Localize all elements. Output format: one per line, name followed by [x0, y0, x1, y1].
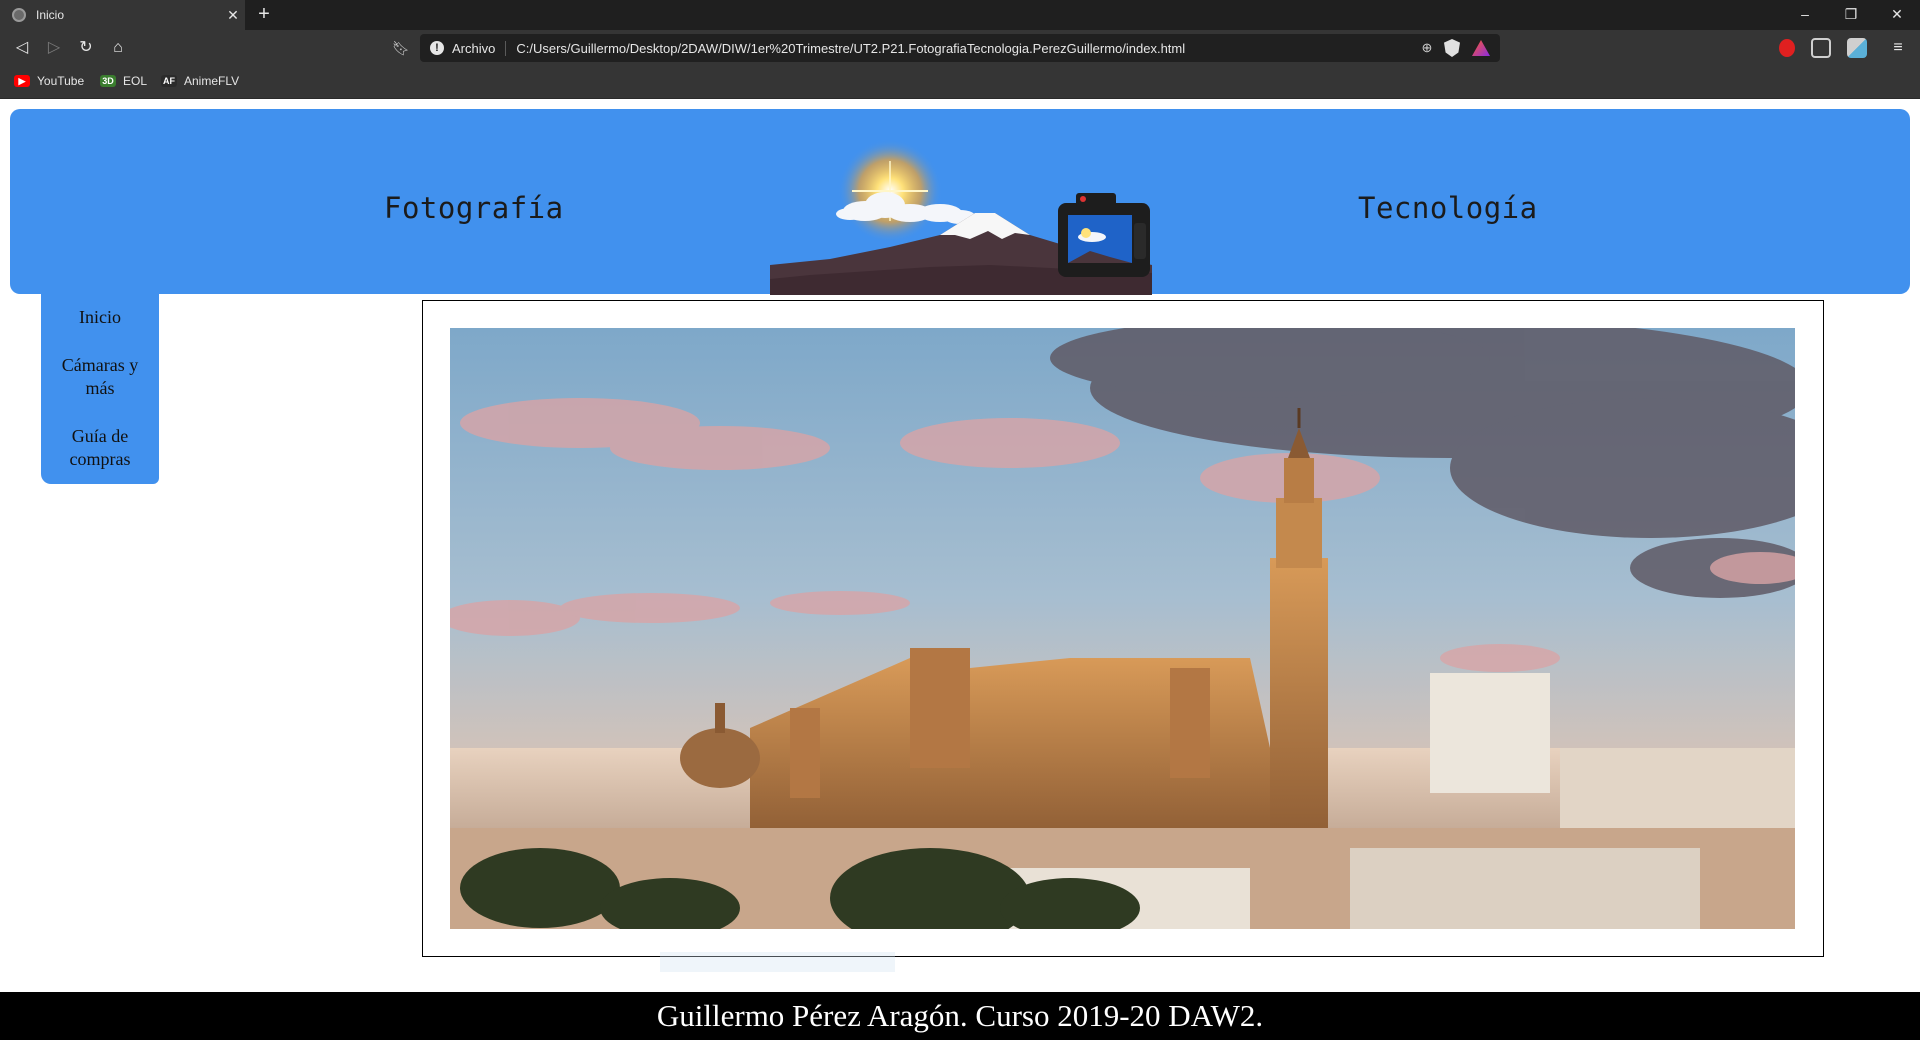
restore-button[interactable]: ❐ [1828, 0, 1874, 30]
close-tab-icon[interactable]: ✕ [221, 7, 245, 24]
tab-inicio[interactable]: Inicio ✕ [0, 0, 245, 30]
bookmark-label: EOL [123, 74, 148, 88]
side-navigation: Inicio Cámaras y más Guía de compras [41, 294, 159, 484]
home-button[interactable]: ⌂ [106, 36, 130, 60]
reload-button[interactable]: ↻ [74, 36, 98, 60]
scheme-label: Archivo [452, 40, 507, 56]
minimize-button[interactable]: – [1782, 0, 1828, 30]
bookmark-eol[interactable]: 3D EOL [100, 74, 147, 88]
adblock-extension-icon[interactable] [1779, 39, 1795, 57]
nav-link-camaras[interactable]: Cámaras y más [41, 354, 159, 400]
header-title-fotografia: Fotografía [384, 191, 564, 225]
header-title-tecnologia: Tecnología [1358, 191, 1538, 225]
eol-icon: 3D [100, 75, 116, 87]
bookmark-youtube[interactable]: ▶ YouTube [14, 74, 84, 88]
menu-icon[interactable]: ≡ [1886, 36, 1910, 60]
site-info-icon[interactable]: ! [430, 41, 444, 55]
url-text[interactable]: C:/Users/Guillermo/Desktop/2DAW/DIW/1er%… [516, 41, 1416, 56]
seville-cathedral-photo [450, 328, 1795, 929]
logo-mountain-camera [770, 139, 1152, 295]
bookmarks-bar: ▶ YouTube 3D EOL AF AnimeFLV [0, 66, 1920, 99]
bookmark-label: AnimeFLV [184, 74, 240, 88]
camera-favicon-icon [12, 8, 26, 22]
tab-title: Inicio [36, 8, 65, 22]
brave-rewards-icon[interactable] [1472, 40, 1490, 56]
back-button[interactable]: ◁ [10, 36, 34, 60]
camera-icon [1058, 193, 1150, 277]
site-footer: Guillermo Pérez Aragón. Curso 2019-20 DA… [0, 992, 1920, 1040]
forward-button[interactable]: ▷ [42, 36, 66, 60]
extension-icon[interactable] [1847, 38, 1867, 58]
bookmark-animeflv[interactable]: AF AnimeFLV [161, 74, 239, 88]
site-header: Fotografía Tecnología [10, 109, 1910, 295]
footer-credits: Guillermo Pérez Aragón. Curso 2019-20 DA… [656, 998, 1264, 1033]
address-bar[interactable]: ! Archivo C:/Users/Guillermo/Desktop/2DA… [420, 34, 1500, 62]
new-tab-button[interactable]: + [252, 3, 276, 27]
page-viewport: Fotografía Tecnología Inicio Cámaras y m… [0, 99, 1920, 1040]
nav-link-guia-compras[interactable]: Guía de compras [41, 425, 159, 471]
reader-extension-icon[interactable] [1811, 38, 1831, 58]
hero-frame [422, 300, 1824, 957]
image-caption-artifact [660, 952, 895, 972]
tab-strip: Inicio ✕ + – ❐ ✕ [0, 0, 1920, 30]
youtube-icon: ▶ [14, 75, 30, 87]
browser-toolbar: ◁ ▷ ↻ ⌂ 🔖︎ ! Archivo C:/Users/Guillermo/… [0, 30, 1920, 66]
zoom-icon[interactable]: ⊕ [1416, 37, 1438, 59]
brave-shields-icon[interactable] [1444, 39, 1460, 57]
bookmark-label: YouTube [37, 74, 85, 88]
bookmark-icon[interactable]: 🔖︎ [389, 36, 413, 60]
nav-link-inicio[interactable]: Inicio [41, 306, 159, 329]
close-window-button[interactable]: ✕ [1874, 0, 1920, 30]
animeflv-icon: AF [161, 75, 177, 87]
